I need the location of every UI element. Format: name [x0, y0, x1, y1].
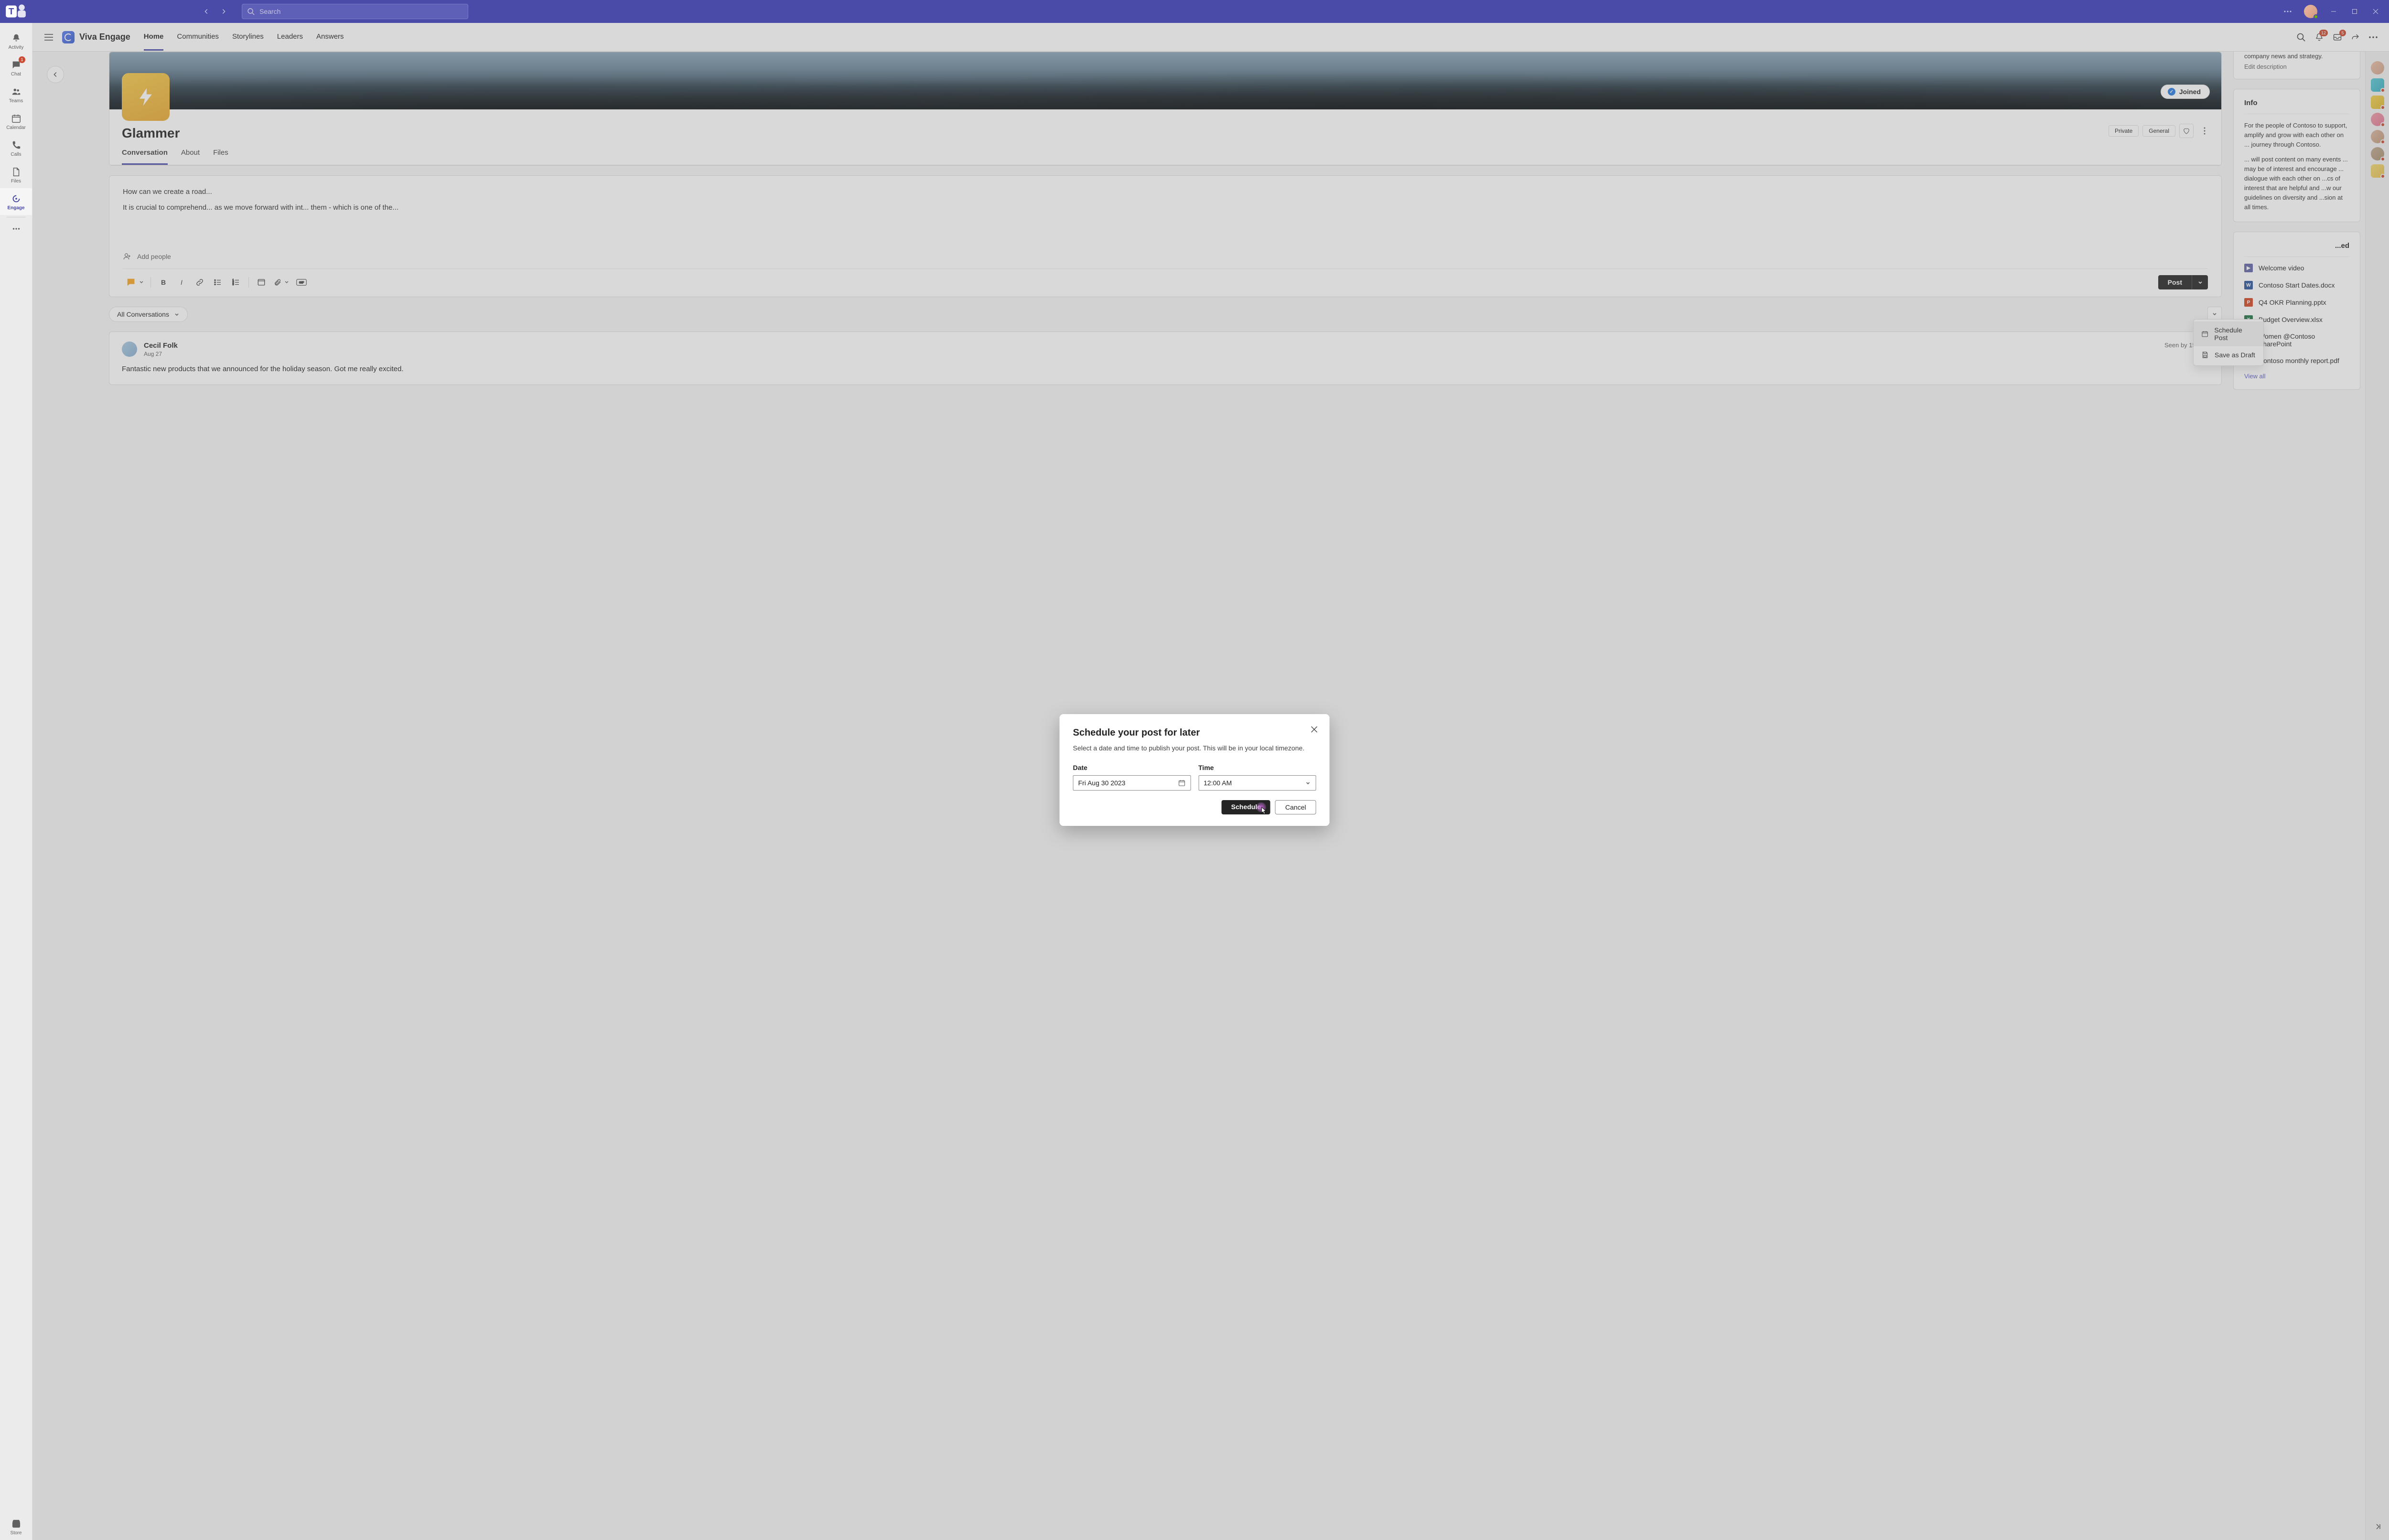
engage-icon [11, 193, 22, 204]
dialog-title: Schedule your post for later [1073, 727, 1316, 738]
time-input[interactable]: 12:00 AM [1198, 775, 1316, 791]
rail-activity[interactable]: Activity [0, 28, 32, 54]
presence-available-icon [2314, 14, 2318, 19]
teams-app-icon: T [4, 0, 28, 23]
calendar-icon [1178, 779, 1185, 787]
window-close-button[interactable] [2366, 2, 2385, 21]
phone-icon [11, 139, 22, 151]
dialog-close-button[interactable] [1308, 723, 1321, 736]
svg-text:T: T [9, 6, 14, 16]
people-icon [11, 86, 22, 97]
rail-teams[interactable]: Teams [0, 81, 32, 108]
date-label: Date [1073, 764, 1191, 771]
window-minimize-button[interactable] [2324, 2, 2343, 21]
current-user-avatar[interactable] [2304, 5, 2317, 18]
bell-icon [11, 32, 22, 44]
chat-badge: 1 [19, 56, 25, 63]
rail-store[interactable]: Store [0, 1513, 32, 1540]
file-icon [11, 166, 22, 178]
rail-engage[interactable]: Engage [0, 188, 32, 215]
rail-calendar[interactable]: Calendar [0, 108, 32, 135]
schedule-dialog: Schedule your post for later Select a da… [1060, 714, 1330, 826]
cancel-button[interactable]: Cancel [1275, 800, 1316, 814]
dialog-description: Select a date and time to publish your p… [1073, 743, 1316, 753]
titlebar-more-button[interactable] [2278, 2, 2297, 21]
date-input[interactable]: Fri Aug 30 2023 [1073, 775, 1191, 791]
schedule-button[interactable]: Schedule [1222, 800, 1270, 814]
rail-chat[interactable]: 1 Chat [0, 54, 32, 81]
nav-forward-button[interactable] [217, 5, 230, 18]
chevron-down-icon [1305, 780, 1311, 786]
time-label: Time [1198, 764, 1316, 771]
window-maximize-button[interactable] [2345, 2, 2364, 21]
cursor-icon [1261, 807, 1267, 814]
rail-files[interactable]: Files [0, 161, 32, 188]
rail-more[interactable] [0, 219, 32, 238]
nav-back-button[interactable] [200, 5, 213, 18]
more-icon [11, 223, 22, 235]
search-placeholder: Search [259, 8, 280, 15]
global-search-input[interactable]: Search [242, 4, 468, 19]
app-rail: Activity 1 Chat Teams Calendar Calls Fil… [0, 23, 32, 1540]
title-bar: T Search [0, 0, 2389, 23]
calendar-icon [11, 113, 22, 124]
store-icon [11, 1518, 22, 1529]
rail-calls[interactable]: Calls [0, 135, 32, 161]
